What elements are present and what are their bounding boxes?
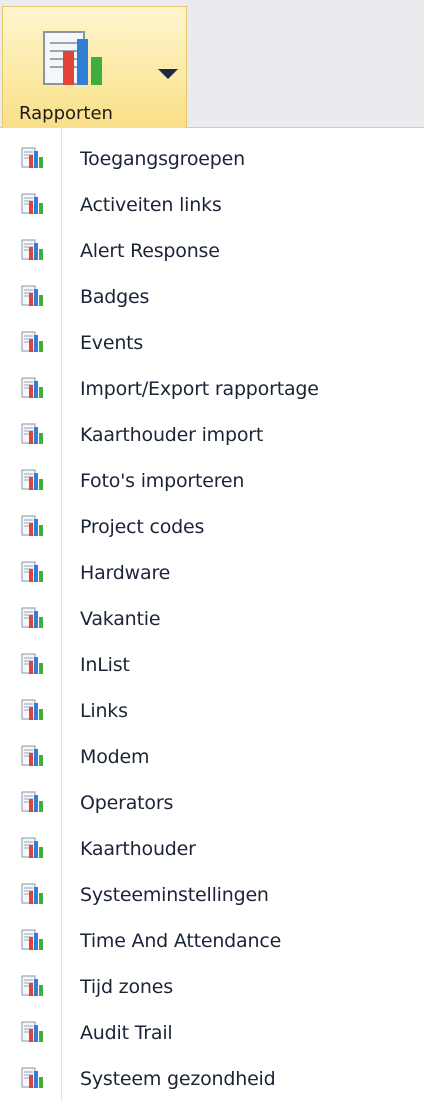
menu-item[interactable]: Systeem gezondheid bbox=[0, 1056, 424, 1102]
menu-item[interactable]: Modem bbox=[0, 734, 424, 780]
menu-item-label: Events bbox=[80, 332, 144, 354]
report-chart-icon bbox=[21, 745, 45, 767]
menu-item[interactable]: Time And Attendance bbox=[0, 918, 424, 964]
menu-item-label: Tijd zones bbox=[80, 976, 173, 998]
menu-item-label: Kaarthouder import bbox=[80, 424, 264, 446]
menu-item[interactable]: Vakantie bbox=[0, 596, 424, 642]
report-chart-icon bbox=[21, 561, 45, 583]
reports-label: Rapporten bbox=[19, 103, 113, 124]
report-chart-icon bbox=[21, 193, 45, 215]
menu-item-label: Operators bbox=[80, 792, 174, 814]
report-chart-icon bbox=[21, 607, 45, 629]
report-chart-icon bbox=[21, 377, 45, 399]
menu-list: Toegangsgroepen Activeiten links Alert Res… bbox=[0, 136, 424, 1102]
reports-dropdown-menu: Toegangsgroepen Activeiten links Alert Res… bbox=[0, 128, 424, 1102]
menu-item[interactable]: Hardware bbox=[0, 550, 424, 596]
menu-item-label: Kaarthouder bbox=[80, 838, 196, 860]
caret-down-icon[interactable] bbox=[158, 69, 178, 79]
menu-item-label: Systeeminstellingen bbox=[80, 884, 269, 906]
report-chart-icon bbox=[21, 929, 45, 951]
menu-item[interactable]: Foto's importeren bbox=[0, 458, 424, 504]
menu-item-label: Foto's importeren bbox=[80, 470, 245, 492]
menu-item[interactable]: InList bbox=[0, 642, 424, 688]
report-chart-icon bbox=[21, 423, 45, 445]
ribbon-bar: Rapporten bbox=[0, 0, 424, 128]
report-chart-icon bbox=[21, 515, 45, 537]
report-chart-icon bbox=[21, 883, 45, 905]
report-chart-icon bbox=[21, 147, 45, 169]
reports-ribbon-button[interactable]: Rapporten bbox=[2, 6, 187, 128]
menu-item-label: Audit Trail bbox=[80, 1022, 173, 1044]
report-chart-icon bbox=[21, 837, 45, 859]
report-chart-icon bbox=[21, 285, 45, 307]
menu-item[interactable]: Project codes bbox=[0, 504, 424, 550]
menu-item-label: Hardware bbox=[80, 562, 171, 584]
report-chart-icon bbox=[21, 1021, 45, 1043]
report-chart-icon bbox=[21, 469, 45, 491]
menu-item[interactable]: Audit Trail bbox=[0, 1010, 424, 1056]
menu-item[interactable]: Operators bbox=[0, 780, 424, 826]
report-chart-icon bbox=[21, 239, 45, 261]
report-chart-icon bbox=[21, 791, 45, 813]
menu-item[interactable]: Kaarthouder import bbox=[0, 412, 424, 458]
menu-item-label: Time And Attendance bbox=[80, 930, 282, 952]
menu-item-label: Systeem gezondheid bbox=[80, 1068, 276, 1090]
menu-item[interactable]: Events bbox=[0, 320, 424, 366]
menu-item-label: Badges bbox=[80, 286, 150, 308]
menu-item-label: Links bbox=[80, 700, 128, 722]
menu-item-label: Toegangsgroepen bbox=[80, 148, 245, 170]
menu-item-label: InList bbox=[80, 654, 130, 676]
menu-item-label: Import/Export rapportage bbox=[80, 378, 319, 400]
menu-item[interactable]: Kaarthouder bbox=[0, 826, 424, 872]
report-chart-icon bbox=[43, 31, 102, 85]
report-chart-icon bbox=[21, 699, 45, 721]
report-chart-icon bbox=[21, 331, 45, 353]
menu-item[interactable]: Activeiten links bbox=[0, 182, 424, 228]
menu-item-label: Alert Response bbox=[80, 240, 220, 262]
menu-item[interactable]: Import/Export rapportage bbox=[0, 366, 424, 412]
menu-item[interactable]: Links bbox=[0, 688, 424, 734]
menu-item-label: Vakantie bbox=[80, 608, 161, 630]
menu-item[interactable]: Systeeminstellingen bbox=[0, 872, 424, 918]
menu-item[interactable]: Toegangsgroepen bbox=[0, 136, 424, 182]
menu-item-label: Project codes bbox=[80, 516, 205, 538]
menu-item[interactable]: Badges bbox=[0, 274, 424, 320]
menu-item[interactable]: Alert Response bbox=[0, 228, 424, 274]
report-chart-icon bbox=[21, 1067, 45, 1089]
menu-item-label: Activeiten links bbox=[80, 194, 222, 216]
report-chart-icon bbox=[21, 653, 45, 675]
menu-item-label: Modem bbox=[80, 746, 150, 768]
report-chart-icon bbox=[21, 975, 45, 997]
menu-item[interactable]: Tijd zones bbox=[0, 964, 424, 1010]
